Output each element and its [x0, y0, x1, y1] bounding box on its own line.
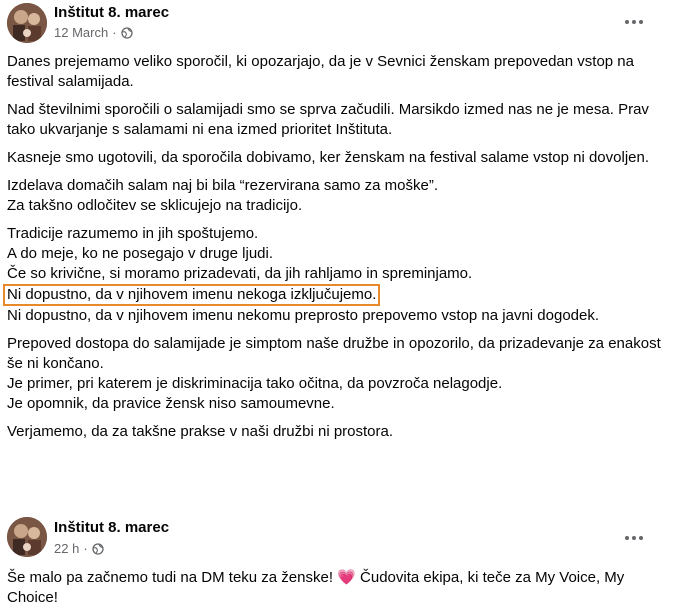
- post-meta: 12 March ·: [54, 25, 133, 40]
- globe-icon: [120, 26, 133, 39]
- text-line: Tradicije razumemo in jih spoštujemo.: [7, 225, 259, 242]
- post-time[interactable]: 22 h: [54, 541, 79, 556]
- paragraph: Danes prejemamo veliko sporočil, ki opoz…: [7, 52, 667, 92]
- paragraph: Tradicije razumemo in jih spoštujemo. A …: [3, 224, 667, 326]
- page-avatar[interactable]: [7, 3, 47, 43]
- paragraph: Nad številnimi sporočili o salamijadi sm…: [7, 100, 667, 140]
- text-line: Izdelava domačih salam naj bi bila “reze…: [7, 177, 439, 194]
- more-options-icon[interactable]: [622, 526, 646, 550]
- text-line: Nad številnimi sporočili o salamijadi sm…: [7, 101, 649, 138]
- paragraph: Še malo pa začnemo tudi na DM teku za že…: [7, 568, 667, 608]
- text-line: Še malo pa začnemo tudi na DM teku za že…: [7, 569, 625, 606]
- paragraph: Prepoved dostopa do salamijade je simpto…: [7, 334, 667, 414]
- text-line: Danes prejemamo veliko sporočil, ki opoz…: [7, 53, 634, 90]
- text-line: Za takšno odločitev se sklicujejo na tra…: [7, 197, 303, 214]
- text-line: Če so krivične, si moramo prizadevati, d…: [7, 265, 473, 282]
- paragraph: Kasneje smo ugotovili, da sporočila dobi…: [7, 148, 667, 168]
- post-author[interactable]: Inštitut 8. marec: [54, 519, 169, 536]
- text-line: Verjamemo, da za takšne prakse v naši dr…: [7, 423, 394, 440]
- post-body: Danes prejemamo veliko sporočil, ki opoz…: [3, 52, 667, 450]
- paragraph: Verjamemo, da za takšne prakse v naši dr…: [7, 422, 667, 442]
- text-line: Kasneje smo ugotovili, da sporočila dobi…: [7, 149, 649, 166]
- highlighted-line: Ni dopustno, da v njihovem imenu nekoga …: [3, 284, 381, 306]
- post-time[interactable]: 12 March: [54, 25, 108, 40]
- text-line: Je primer, pri katerem je diskriminacija…: [7, 375, 503, 392]
- more-options-icon[interactable]: [622, 10, 646, 34]
- post-author[interactable]: Inštitut 8. marec: [54, 4, 169, 21]
- text-line: Prepoved dostopa do salamijade je simpto…: [7, 335, 661, 372]
- globe-icon: [92, 542, 104, 555]
- text-line: Je opomnik, da pravice žensk niso samoum…: [7, 395, 335, 412]
- text-line: A do meje, ko ne posegajo v druge ljudi.: [7, 245, 274, 262]
- paragraph: Izdelava domačih salam naj bi bila “reze…: [7, 176, 667, 216]
- post-meta: 22 h ·: [54, 541, 104, 556]
- page-avatar[interactable]: [7, 517, 47, 557]
- text-line: Ni dopustno, da v njihovem imenu nekomu …: [7, 307, 600, 324]
- post-body: Še malo pa začnemo tudi na DM teku za že…: [7, 568, 667, 616]
